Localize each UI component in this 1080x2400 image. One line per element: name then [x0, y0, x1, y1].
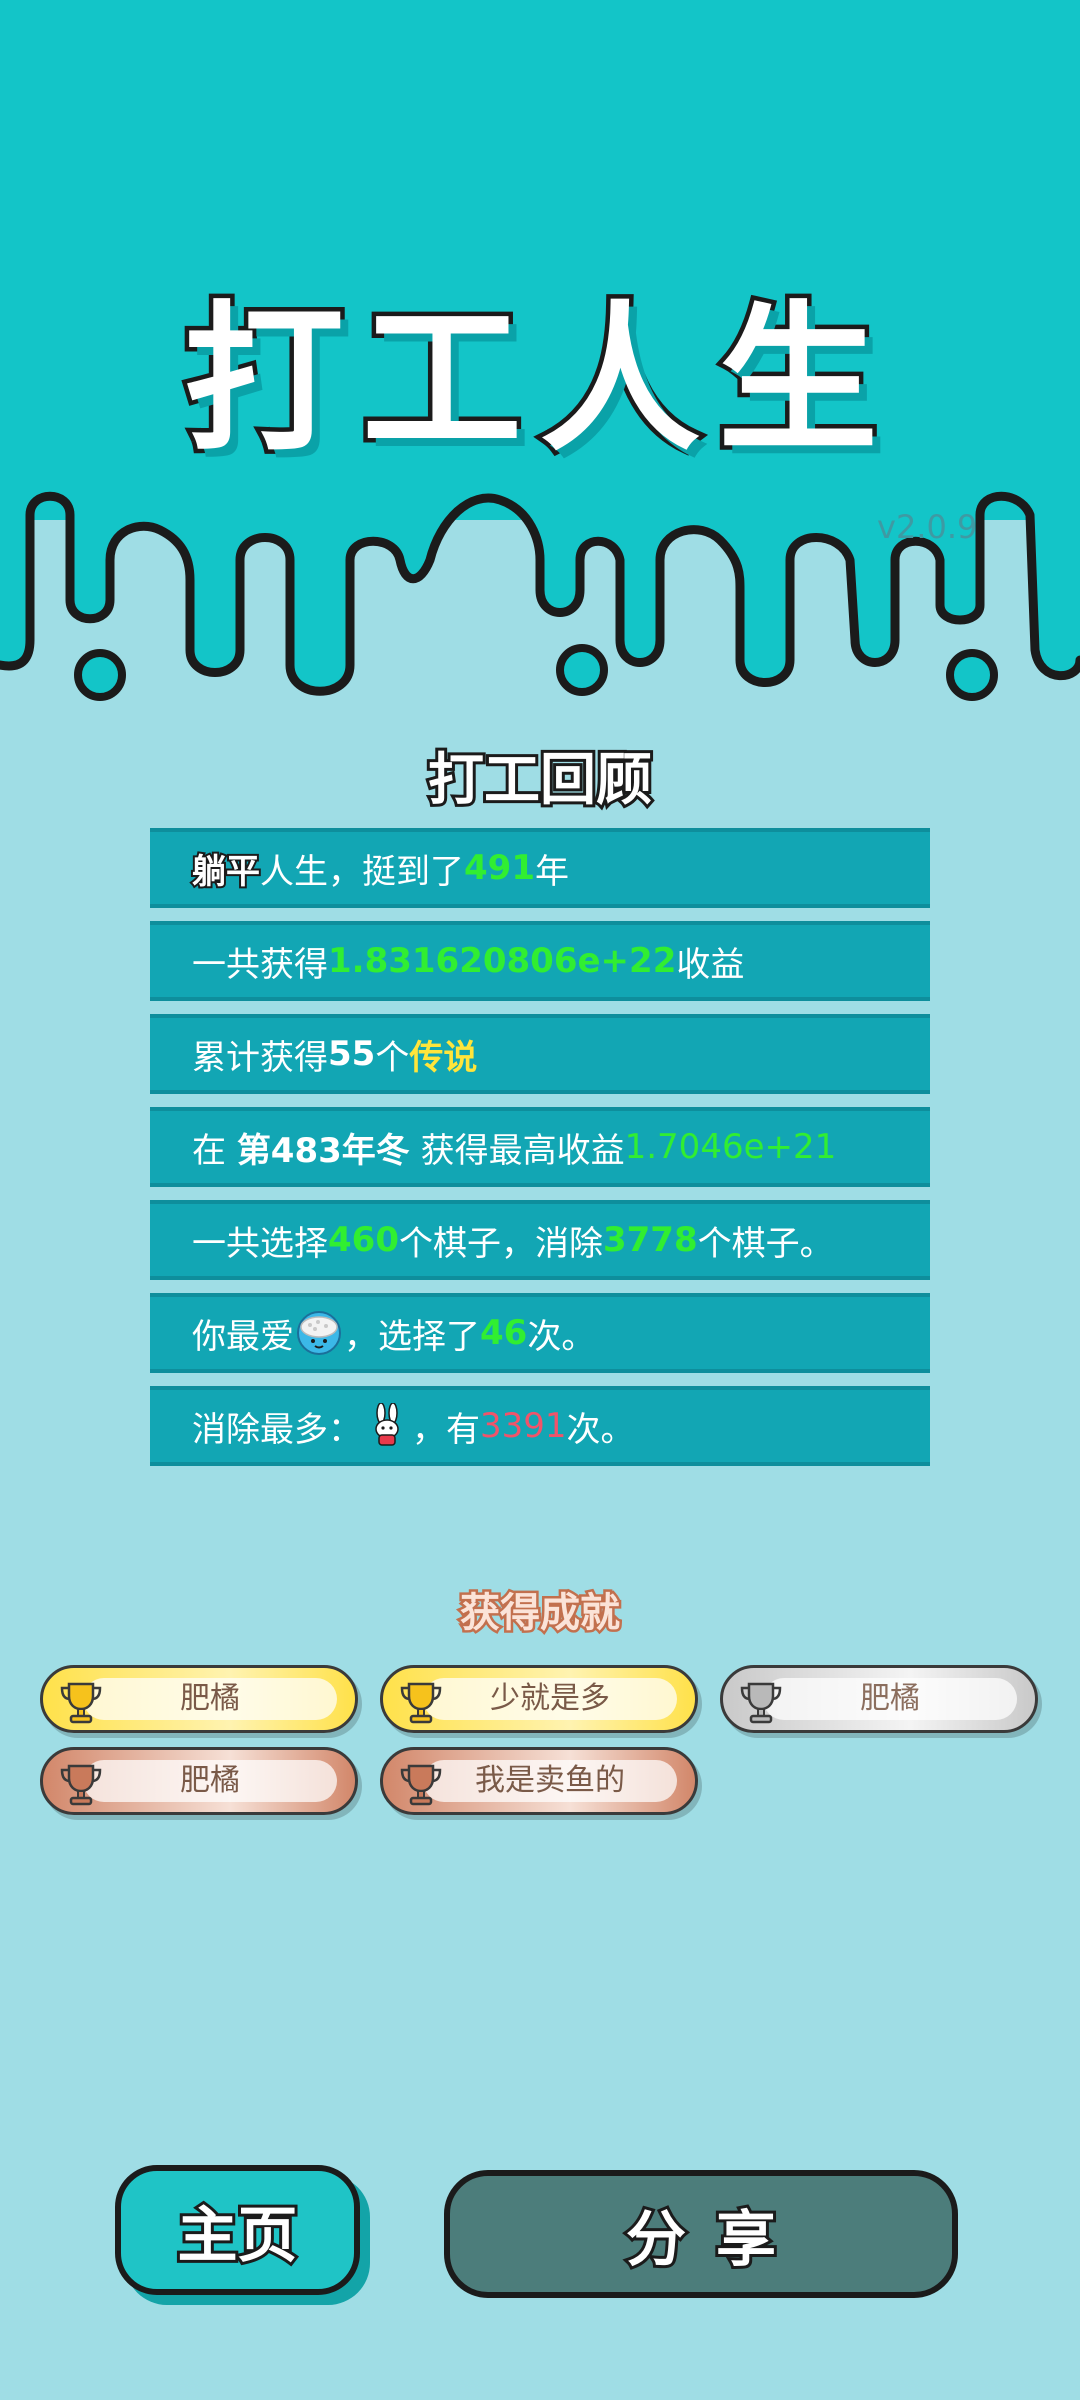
best-income-value: 1.7046e+21 — [624, 1127, 837, 1167]
stat-row-best-income: 在 第483年冬 获得最高收益 1.7046e+21 — [150, 1107, 930, 1187]
stat-text: 你最爱 — [192, 1316, 294, 1357]
stat-text: 一共选择 — [192, 1223, 328, 1264]
achievement-label: 肥橘 — [860, 1681, 920, 1716]
legend-label: 传说 — [409, 1037, 478, 1078]
total-income-value: 1.831620806e+22 — [328, 941, 677, 981]
cleared-pieces-value: 3778 — [602, 1220, 698, 1260]
stat-text: 个 — [375, 1037, 410, 1078]
stat-text: 个棋子。 — [697, 1223, 834, 1264]
stat-row-lifespan: 躺平 人生，挺到了 491 年 — [150, 828, 930, 908]
share-button[interactable]: 分享 — [444, 2170, 958, 2298]
stat-text: 收益 — [676, 944, 745, 985]
share-button-label: 分享 — [623, 2202, 806, 2278]
stat-text: 获得最高收益 — [409, 1130, 625, 1171]
stat-text: 一共获得 — [192, 944, 328, 985]
stat-text: 个棋子，消除 — [398, 1223, 603, 1264]
review-title: 打工回顾 — [425, 745, 655, 816]
stat-text: 年 — [534, 851, 569, 892]
stat-row-legend-count: 累计获得 55 个 传说 — [150, 1014, 930, 1094]
rabbit-icon — [375, 1403, 399, 1446]
stat-text: ，选择了 — [344, 1316, 480, 1357]
stat-text: 消除最多： — [192, 1409, 362, 1450]
achievement-label: 少就是多 — [490, 1681, 610, 1716]
achievement-label: 肥橘 — [180, 1763, 240, 1798]
stat-row-most-cleared: 消除最多： ，有 3391 次。 — [150, 1386, 930, 1466]
stat-row-total-income: 一共获得 1.831620806e+22 收益 — [150, 921, 930, 1001]
stat-text: 次。 — [566, 1409, 635, 1450]
best-season-value: 第483年冬 — [236, 1130, 410, 1171]
stat-text: 在 — [192, 1130, 237, 1171]
home-button[interactable]: 主页 — [115, 2165, 360, 2295]
selected-pieces-value: 460 — [328, 1220, 399, 1260]
home-button-label: 主页 — [175, 2198, 301, 2274]
app-title: 打工人生 — [179, 282, 896, 478]
stat-text: 人生，挺到了 — [260, 851, 464, 892]
favorite-count-value: 46 — [480, 1313, 528, 1353]
legend-count-value: 55 — [328, 1034, 376, 1074]
achievement-badge[interactable]: 少就是多 — [380, 1665, 698, 1733]
years-value: 491 — [464, 848, 535, 888]
stat-text: 累计获得 — [192, 1037, 328, 1078]
stat-text: 次。 — [527, 1316, 596, 1357]
most-cleared-value: 3391 — [480, 1406, 567, 1446]
rice-bowl-icon — [297, 1311, 341, 1355]
achievement-badge[interactable]: 肥橘 — [40, 1665, 358, 1733]
achievement-label: 我是卖鱼的 — [475, 1763, 625, 1798]
version-label: v2.0.9 — [877, 508, 978, 546]
achievement-label: 肥橘 — [180, 1681, 240, 1716]
stat-row-favorite: 你最爱 ，选择了 46 次。 — [150, 1293, 930, 1373]
lifestyle-tag: 躺平 — [190, 850, 262, 894]
stat-text: ，有 — [412, 1409, 480, 1450]
achievement-badge[interactable]: 肥橘 — [720, 1665, 1038, 1733]
achievement-badge[interactable]: 我是卖鱼的 — [380, 1747, 698, 1815]
stat-row-pieces: 一共选择 460 个棋子，消除 3778 个棋子。 — [150, 1200, 930, 1280]
achievement-badge[interactable]: 肥橘 — [40, 1747, 358, 1815]
achievements-title: 获得成就 — [458, 1588, 623, 1639]
